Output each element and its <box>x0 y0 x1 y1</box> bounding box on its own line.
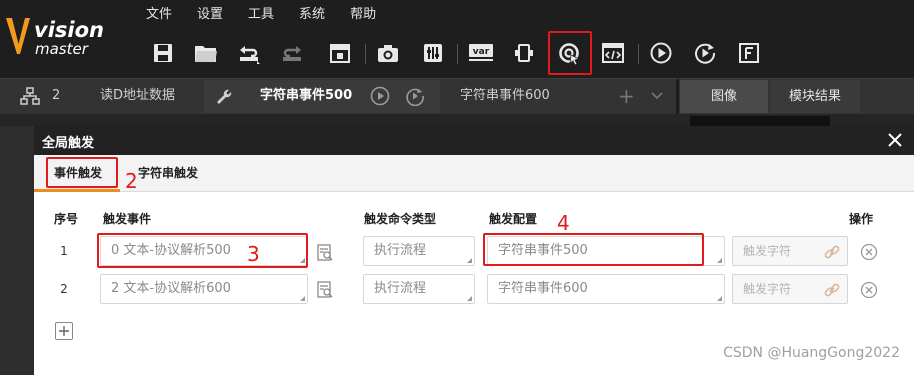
lock-icon[interactable] <box>325 36 355 70</box>
add-row-button[interactable] <box>55 322 73 340</box>
delete-row-icon[interactable] <box>859 280 879 300</box>
svg-text:var: var <box>473 47 490 57</box>
tab-string-event-500[interactable]: 字符串事件500 <box>260 79 352 113</box>
subtab-string-trigger[interactable]: 字符串触发 <box>138 155 198 192</box>
image-panel-edge <box>690 116 830 126</box>
trigger-subtabs: 事件触发 字符串触发 <box>34 155 914 192</box>
camera-icon[interactable] <box>373 36 403 70</box>
global-trigger-dialog: 全局触发 事件触发 字符串触发 2 序号 触发事件 触发命令类型 触发配置 操作… <box>34 126 914 375</box>
toolbar-separator <box>457 44 458 64</box>
left-rail <box>0 126 34 375</box>
header-event: 触发事件 <box>103 212 152 226</box>
tab-loop-icon[interactable] <box>405 86 425 110</box>
header-index: 序号 <box>54 212 79 226</box>
header-action: 操作 <box>849 212 874 226</box>
subtab-event-trigger[interactable]: 事件触发 <box>54 155 102 192</box>
event-select[interactable]: 0 文本-协议解析500 <box>100 236 308 266</box>
menu-settings[interactable]: 设置 <box>197 6 223 24</box>
cmd-type-select[interactable]: 执行流程 <box>363 236 475 266</box>
link-icon[interactable] <box>822 242 842 262</box>
menu-help[interactable]: 帮助 <box>350 6 376 24</box>
font-icon[interactable] <box>734 36 764 70</box>
app-header: vision master 文件 设置 工具 系统 帮助 var <box>0 0 914 112</box>
tab-number: 2 <box>52 88 61 103</box>
hierarchy-icon[interactable] <box>20 87 40 109</box>
header-cmd-type: 触发命令类型 <box>364 212 437 226</box>
redo-icon[interactable] <box>277 36 307 70</box>
undo-icon[interactable] <box>234 36 264 70</box>
plus-icon <box>59 326 69 336</box>
cmd-type-select[interactable]: 执行流程 <box>363 274 475 304</box>
menu-file[interactable]: 文件 <box>146 6 172 24</box>
tab-string-event-600[interactable]: 字符串事件600 <box>460 79 550 113</box>
add-tab-icon[interactable]: + <box>618 86 635 106</box>
toolbar-separator <box>365 44 366 64</box>
wrench-icon[interactable] <box>214 87 232 109</box>
annotation-4: 4 <box>557 211 570 235</box>
close-icon[interactable] <box>886 131 904 149</box>
delete-row-icon[interactable] <box>859 242 879 262</box>
script-icon[interactable] <box>598 36 628 70</box>
global-trigger-icon[interactable] <box>554 36 584 70</box>
svg-text:master: master <box>35 40 89 58</box>
link-icon[interactable] <box>822 280 842 300</box>
header-config: 触发配置 <box>489 212 538 226</box>
tab-read-d-address[interactable]: 读D地址数据 <box>100 79 175 113</box>
svg-text:vision: vision <box>34 18 104 42</box>
search-event-icon[interactable] <box>315 243 335 263</box>
background-strip <box>0 114 914 126</box>
row-index: 1 <box>60 244 68 258</box>
open-folder-icon[interactable] <box>191 36 221 70</box>
tab-run-icon[interactable] <box>370 86 390 110</box>
search-event-icon[interactable] <box>315 280 335 300</box>
watermark: CSDN @HuangGong2022 <box>723 345 900 361</box>
chevron-down-icon[interactable] <box>650 90 664 105</box>
process-tab-bar: 2 读D地址数据 字符串事件500 字符串事件600 + 图像 模块结果 <box>0 78 914 114</box>
trigger-config-select[interactable]: 字符串事件600 <box>487 274 725 304</box>
active-subtab-indicator <box>34 189 120 192</box>
row-index: 2 <box>60 282 68 296</box>
panel-divider <box>676 79 679 114</box>
tab-module-result[interactable]: 模块结果 <box>770 80 860 113</box>
run-once-icon[interactable] <box>646 36 676 70</box>
controller-icon[interactable] <box>418 36 448 70</box>
save-icon[interactable] <box>148 36 178 70</box>
communication-icon[interactable] <box>509 36 539 70</box>
dialog-title: 全局触发 <box>42 136 95 151</box>
menu-system[interactable]: 系统 <box>299 6 325 24</box>
menu-tools[interactable]: 工具 <box>248 6 274 24</box>
vision-master-logo: vision master <box>4 8 134 70</box>
event-select[interactable]: 2 文本-协议解析600 <box>100 274 308 304</box>
run-loop-icon[interactable] <box>690 36 720 70</box>
trigger-config-select[interactable]: 字符串事件500 <box>487 236 725 266</box>
toolbar-separator <box>638 44 639 64</box>
variable-icon[interactable]: var <box>466 36 496 70</box>
menu-bar: 文件 设置 工具 系统 帮助 <box>146 6 401 24</box>
dialog-header: 全局触发 <box>34 126 914 155</box>
tab-image[interactable]: 图像 <box>680 80 768 113</box>
